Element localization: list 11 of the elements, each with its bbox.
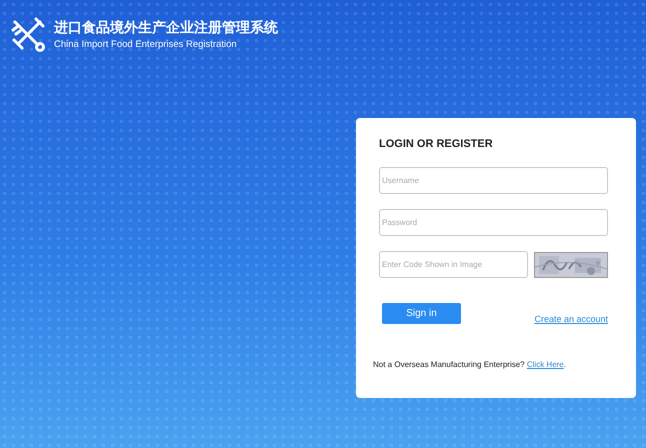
create-account-link[interactable]: Create an account	[534, 314, 608, 324]
click-here-link[interactable]: Click Here	[526, 360, 564, 369]
system-title: 进口食品境外生产企业注册管理系统	[54, 18, 278, 36]
tools-logo-icon	[10, 16, 46, 52]
system-subtitle: China Import Food Enterprises Registration	[54, 38, 238, 50]
captcha-field[interactable]: Enter Code Shown in Image	[379, 251, 528, 278]
input-field[interactable]: Password	[379, 209, 608, 236]
login-heading: LOGIN OR REGISTER	[379, 138, 494, 150]
input-field[interactable]: Username	[379, 167, 608, 194]
sign-in-button[interactable]: Sign in	[382, 303, 461, 324]
enterprise-note: Not a Overseas Manufacturing Enterprise? Click Here.	[373, 360, 567, 369]
